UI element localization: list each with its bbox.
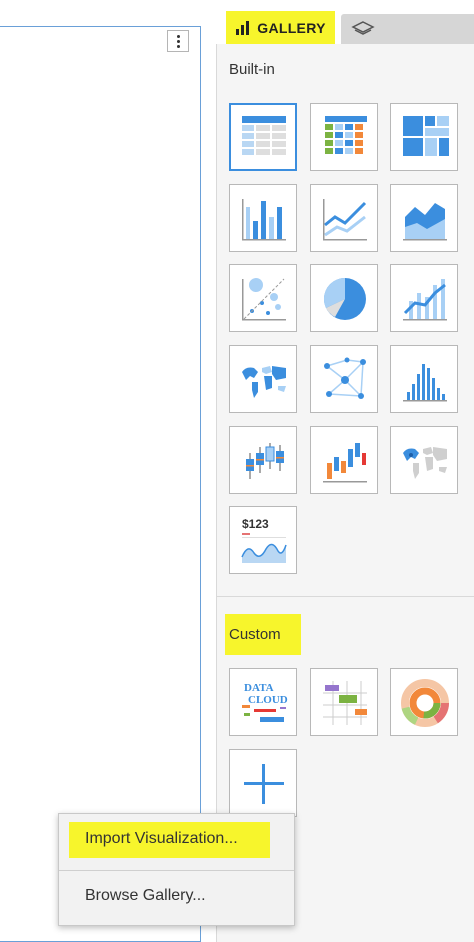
menu-separator xyxy=(59,870,294,871)
gallery-item-map[interactable] xyxy=(229,345,297,413)
gallery-item-pie-chart[interactable] xyxy=(310,264,378,332)
gallery-item-heat-map[interactable] xyxy=(390,103,458,171)
bubble-chart-icon xyxy=(242,278,286,321)
line-chart-icon xyxy=(323,199,367,241)
section-divider xyxy=(216,596,474,597)
add-custom-visualization-button[interactable] xyxy=(229,749,297,817)
tab-gallery-label: GALLERY xyxy=(257,19,326,36)
builtin-section-title: Built-in xyxy=(229,61,275,78)
tab-layers[interactable] xyxy=(341,14,474,44)
bar-chart-icon xyxy=(236,20,250,35)
geo-map-icon xyxy=(403,447,447,479)
gallery-item-geo-map[interactable] xyxy=(390,426,458,494)
waterfall-icon xyxy=(323,443,367,483)
plus-icon xyxy=(244,764,284,804)
layers-icon xyxy=(351,21,375,35)
gallery-item-combo-chart[interactable] xyxy=(390,264,458,332)
bar-chart-icon xyxy=(242,199,286,241)
heatmap-icon xyxy=(403,116,449,156)
app-root: GALLERY Built-in $123 Custom DATA CLOUD … xyxy=(0,0,474,942)
tab-gallery[interactable]: GALLERY xyxy=(226,11,335,44)
gallery-item-data-cloud[interactable]: DATA CLOUD xyxy=(229,668,297,736)
gallery-item-gantt[interactable] xyxy=(310,668,378,736)
histogram-icon xyxy=(403,364,447,402)
grid-table-icon xyxy=(242,116,286,155)
world-map-icon xyxy=(242,366,286,398)
gallery-item-network[interactable] xyxy=(310,345,378,413)
menu-item-browse-gallery[interactable]: Browse Gallery... xyxy=(85,887,206,905)
gallery-item-kpi[interactable]: $123 xyxy=(229,506,297,574)
custom-section-title: Custom xyxy=(229,626,281,643)
gallery-item-line-chart[interactable] xyxy=(310,184,378,252)
gallery-item-box-plot[interactable] xyxy=(229,426,297,494)
more-options-icon[interactable] xyxy=(167,30,189,52)
gallery-item-sunburst[interactable] xyxy=(390,668,458,736)
kpi-text: $123 xyxy=(242,517,269,531)
kpi-icon: $123 xyxy=(241,517,287,563)
word-cloud-text-2: CLOUD xyxy=(248,694,288,706)
menu-item-import-visualization[interactable]: Import Visualization... xyxy=(85,830,238,848)
gallery-item-bubble-chart[interactable] xyxy=(229,264,297,332)
gallery-item-cross-tab[interactable] xyxy=(310,103,378,171)
gantt-icon xyxy=(323,681,367,725)
pie-chart-icon xyxy=(323,277,366,320)
word-cloud-icon: DATA CLOUD xyxy=(242,682,288,722)
crosstab-icon xyxy=(325,116,367,154)
combo-chart-icon xyxy=(403,279,447,321)
visualization-canvas[interactable] xyxy=(0,26,201,942)
word-cloud-text-1: DATA xyxy=(244,682,274,694)
area-chart-icon xyxy=(403,203,447,241)
gallery-item-waterfall[interactable] xyxy=(310,426,378,494)
gallery-item-area-chart[interactable] xyxy=(390,184,458,252)
gallery-item-bar-chart[interactable] xyxy=(229,184,297,252)
network-icon xyxy=(324,357,366,399)
sunburst-icon xyxy=(401,679,449,727)
box-plot-icon xyxy=(246,443,284,479)
gallery-item-grid-table[interactable] xyxy=(229,103,297,171)
gallery-item-histogram[interactable] xyxy=(390,345,458,413)
